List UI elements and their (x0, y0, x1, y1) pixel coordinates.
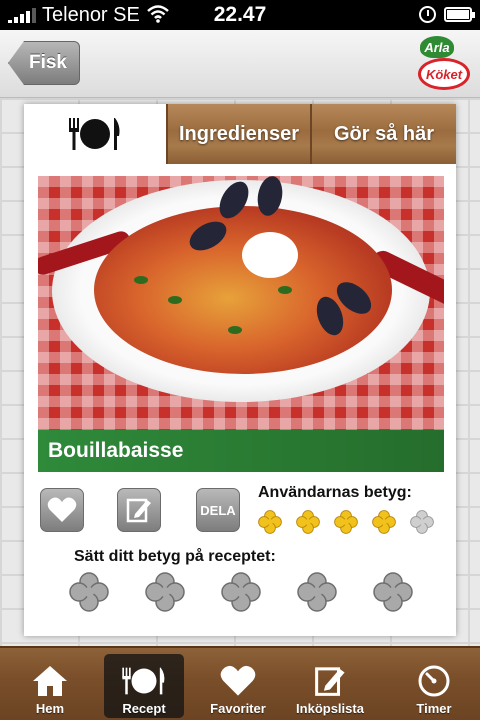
herb (168, 296, 182, 304)
arla-logo-mark: Arla (420, 36, 454, 58)
heart-icon (47, 497, 77, 522)
set-rating-flower-icon[interactable] (144, 572, 186, 612)
tab-ingredients[interactable]: Ingredienser (166, 104, 310, 164)
set-rating-flower-icon[interactable] (220, 572, 262, 612)
recipe-title-bar: Bouillabaisse (38, 430, 444, 472)
rating-flower-filled-icon (296, 510, 320, 534)
clock: 22.47 (213, 3, 267, 26)
tab-shopping-list-label: Inköpslista (296, 701, 364, 716)
tab-home[interactable]: Hem (10, 654, 90, 718)
recipe-photo (38, 176, 444, 430)
recipe-title: Bouillabaisse (48, 439, 184, 462)
navigation-bar: Fisk Arla Köket (0, 30, 480, 98)
set-rating-flower-icon[interactable] (68, 572, 110, 612)
set-rating-label: Sätt ditt betyg på receptet: (74, 548, 276, 565)
herb (134, 276, 148, 284)
rating-flower-filled-icon (258, 510, 282, 534)
fork-plate-knife-icon (69, 118, 120, 150)
alarm-icon (419, 6, 436, 23)
set-rating-flower-icon[interactable] (296, 572, 338, 612)
arla-koket-logo: Arla Köket (414, 34, 472, 94)
recipe-card: Ingredienser Gör så här Bouillabaisse DE… (24, 104, 456, 636)
share-button-label: DELA (200, 502, 236, 518)
back-button[interactable]: Fisk (8, 41, 80, 85)
favorite-button[interactable] (40, 488, 84, 532)
herb (278, 286, 292, 294)
users-rating-label: Användarnas betyg: (258, 484, 412, 501)
herb (228, 326, 242, 334)
cream-dollop (242, 232, 298, 278)
tab-favorites[interactable]: Favoriter (198, 654, 278, 718)
tab-instructions[interactable]: Gör så här (310, 104, 456, 164)
status-bar: Telenor SE 22.47 (0, 0, 480, 30)
back-button-label: Fisk (28, 52, 68, 73)
koket-logo-mark: Köket (418, 58, 470, 90)
notepad-pencil-icon (315, 667, 345, 696)
tab-favorites-label: Favoriter (210, 701, 266, 716)
battery-icon (444, 7, 475, 22)
bottom-tab-bar: Hem Recept Favoriter Inköpslista Timer (0, 646, 480, 720)
tab-ingredients-label: Ingredienser (178, 122, 300, 145)
tab-shopping-list[interactable]: Inköpslista (290, 654, 370, 718)
tab-recept[interactable]: Recept (104, 654, 184, 718)
tab-timer-label: Timer (416, 701, 452, 716)
my-rating-stars (68, 572, 414, 612)
users-rating-stars (258, 510, 434, 534)
fork-plate-knife-icon (122, 667, 165, 695)
notepad-pencil-icon (126, 498, 151, 523)
share-button[interactable]: DELA (196, 488, 240, 532)
tab-recipe[interactable] (24, 104, 166, 164)
set-rating-flower-icon[interactable] (372, 572, 414, 612)
tab-timer[interactable]: Timer (394, 654, 474, 718)
shopping-list-button[interactable] (117, 488, 161, 532)
timer-icon (418, 665, 450, 697)
rating-flower-empty-icon (410, 510, 434, 534)
tab-instructions-label: Gör så här (333, 122, 435, 145)
tab-recept-label: Recept (122, 701, 166, 716)
tab-home-label: Hem (35, 701, 65, 716)
heart-icon (220, 665, 256, 696)
rating-flower-filled-icon (372, 510, 396, 534)
rating-flower-filled-icon (334, 510, 358, 534)
home-icon (33, 666, 67, 696)
